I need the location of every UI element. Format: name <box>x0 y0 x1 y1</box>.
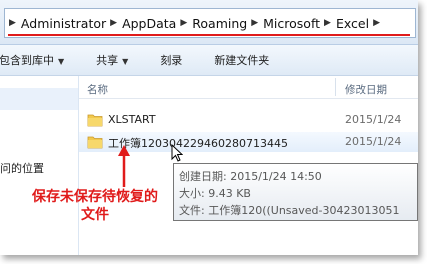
burn-button[interactable]: 刻录 <box>160 52 182 68</box>
tooltip-size: 大小: 9.43 KB <box>179 187 251 200</box>
folder-icon <box>87 136 103 149</box>
chevron-right-icon[interactable]: ▶ <box>373 18 380 28</box>
include-in-library-button[interactable]: 包含到库中 ▼ <box>0 52 64 68</box>
file-date: 2015/1/24 <box>345 113 402 126</box>
file-name: 工作簿12030422946028071344​5 <box>108 137 288 150</box>
breadcrumb-roaming[interactable]: Roaming <box>192 16 247 31</box>
chevron-right-icon: ▶ <box>9 18 16 28</box>
breadcrumb-microsoft[interactable]: Microsoft <box>263 16 320 31</box>
chevron-right-icon[interactable]: ▶ <box>251 18 258 28</box>
new-folder-button[interactable]: 新建文件夹 <box>214 52 269 68</box>
dropdown-arrow-icon: ▼ <box>58 57 65 66</box>
chevron-right-icon[interactable]: ▶ <box>110 18 117 28</box>
annotation-line-2: 文件 <box>81 207 109 223</box>
annotation-text: 保存未保存待恢复的 文件 <box>20 188 170 224</box>
explorer-window: ▶ Administrator ▶ AppData ▶ Roaming ▶ Mi… <box>0 0 418 255</box>
folder-icon <box>87 114 103 127</box>
column-header-name[interactable]: 名称 <box>87 82 108 97</box>
chevron-right-icon[interactable]: ▶ <box>180 18 187 28</box>
mouse-cursor-icon <box>171 144 183 162</box>
share-label: 共享 <box>96 54 119 67</box>
share-button[interactable]: 共享 ▼ <box>96 52 128 68</box>
breadcrumb-appdata[interactable]: AppData <box>122 16 176 31</box>
file-date: 2015/1/24 <box>345 135 402 148</box>
file-name: XLSTART <box>108 113 156 126</box>
chevron-right-icon[interactable]: ▶ <box>324 18 331 28</box>
red-arrow-icon <box>118 145 130 187</box>
nav-item-recent-places[interactable]: 问的位置 <box>0 160 44 176</box>
address-bar: ▶ Administrator ▶ AppData ▶ Roaming ▶ Mi… <box>0 0 418 45</box>
column-divider[interactable] <box>335 78 336 96</box>
annotation-line-1: 保存未保存待恢复的 <box>32 189 158 205</box>
command-toolbar: 包含到库中 ▼ 共享 ▼ 刻录 新建文件夹 <box>0 45 418 76</box>
list-item[interactable]: XLSTART 2015/1/24 <box>79 110 418 130</box>
tooltip-files: 文件: 工作簿120((Unsaved-304230130​51 <box>179 204 400 217</box>
navigation-pane: 问的位置 <box>0 76 79 255</box>
column-header-date-modified[interactable]: 修改日期 <box>345 82 387 97</box>
column-header-row: 名称 修改日期 <box>79 76 418 99</box>
breadcrumb-administrator[interactable]: Administrator <box>21 16 106 31</box>
dropdown-arrow-icon: ▼ <box>122 57 129 66</box>
tooltip-created-date: 创建日期: 2015/1/24 14:50 <box>179 170 322 183</box>
include-in-library-label: 包含到库中 <box>0 54 54 67</box>
breadcrumb-excel[interactable]: Excel <box>336 16 369 31</box>
red-underline-annotation <box>8 34 410 36</box>
file-tooltip: 创建日期: 2015/1/24 14:50 大小: 9.43 KB 文件: 工作… <box>173 163 418 221</box>
nav-selected-item[interactable] <box>0 88 78 110</box>
